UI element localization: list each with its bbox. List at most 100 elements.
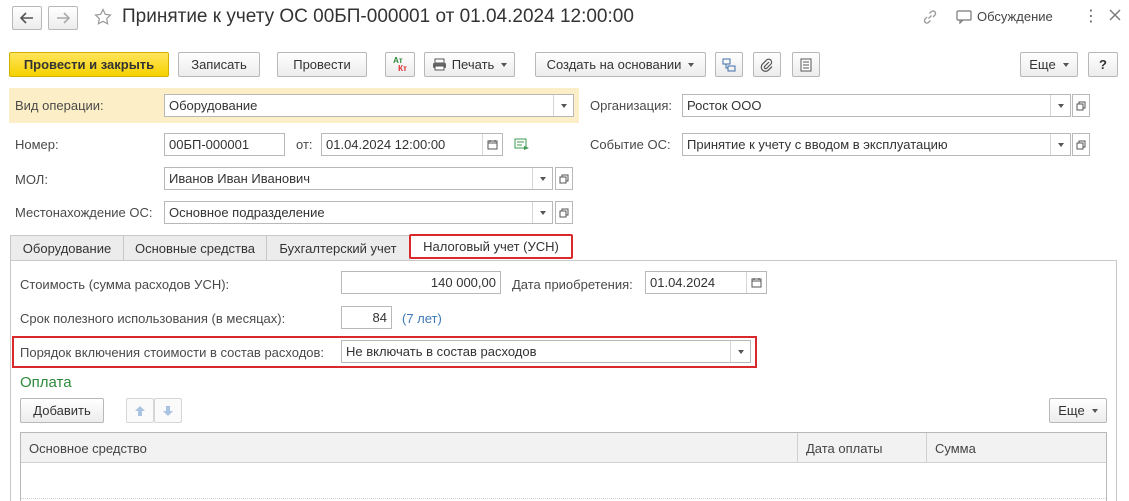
dt-kt-button[interactable]: Ат Кт [385, 52, 415, 77]
mol-value: Иванов Иван Иванович [169, 171, 311, 186]
close-icon[interactable] [1108, 8, 1122, 25]
column-header-amount[interactable]: Сумма [935, 441, 976, 456]
operation-type-select[interactable]: Оборудование [164, 94, 574, 117]
chevron-down-icon[interactable] [553, 95, 573, 116]
mol-field[interactable]: Иванов Иван Иванович [164, 167, 553, 190]
location-label: Местонахождение ОС: [15, 205, 153, 220]
post-and-close-button[interactable]: Провести и закрыть [9, 52, 169, 77]
open-icon [1076, 101, 1086, 110]
location-field[interactable]: Основное подразделение [164, 201, 553, 224]
expense-order-select[interactable]: Не включать в состав расходов [341, 340, 751, 363]
expense-order-label: Порядок включения стоимости в состав рас… [20, 345, 325, 360]
chevron-down-icon[interactable] [1050, 134, 1070, 155]
more-button[interactable]: Еще [1020, 52, 1078, 77]
tab-tax-usn[interactable]: Налоговый учет (УСН) [409, 234, 573, 259]
date-field[interactable]: 01.04.2024 12:00:00 [321, 133, 503, 156]
date-label: от: [296, 137, 313, 152]
open-location-button[interactable] [555, 201, 573, 224]
open-organization-button[interactable] [1072, 94, 1090, 117]
cost-field[interactable]: 140 000,00 [341, 271, 501, 294]
link-icon[interactable] [922, 9, 938, 28]
open-icon [1076, 140, 1086, 149]
create-based-label: Создать на основании [546, 57, 682, 72]
useful-life-label: Срок полезного использования (в месяцах)… [20, 311, 286, 326]
chevron-down-icon [688, 62, 695, 67]
forward-button[interactable] [48, 6, 78, 30]
table-empty-row[interactable] [21, 463, 1106, 499]
chat-icon [956, 9, 972, 24]
dt-kt-icon: Ат Кт [393, 55, 407, 73]
column-divider [797, 433, 798, 463]
print-label: Печать [451, 57, 495, 72]
add-button[interactable]: Добавить [20, 398, 104, 423]
post-button[interactable]: Провести [277, 52, 367, 77]
table-header: Основное средство Дата оплаты Сумма [21, 433, 1106, 463]
open-mol-button[interactable] [555, 167, 573, 190]
save-button[interactable]: Записать [178, 52, 260, 77]
payment-table: Основное средство Дата оплаты Сумма [20, 432, 1107, 501]
operation-type-label: Вид операции: [15, 98, 104, 113]
acquisition-date-value: 01.04.2024 [650, 275, 716, 290]
structure-button[interactable] [715, 52, 743, 77]
chevron-down-icon [1091, 408, 1098, 413]
number-label: Номер: [15, 137, 59, 152]
location-value: Основное подразделение [169, 205, 325, 220]
chevron-down-icon[interactable] [1050, 95, 1070, 116]
discussion-label: Обсуждение [977, 9, 1053, 24]
number-field[interactable]: 00БП-000001 [164, 133, 285, 156]
more-vertical-icon[interactable]: ⋮ [1083, 9, 1099, 25]
list-document-icon [800, 58, 812, 71]
useful-life-field[interactable]: 84 [341, 306, 392, 329]
column-header-payment-date[interactable]: Дата оплаты [806, 441, 883, 456]
mol-label: МОЛ: [15, 172, 48, 187]
discussion-button[interactable]: Обсуждение [956, 9, 1053, 24]
arrow-left-icon [20, 12, 33, 24]
tab-accounting[interactable]: Бухгалтерский учет [266, 235, 410, 261]
window-title: Принятие к учету ОС 00БП-000001 от 01.04… [122, 6, 634, 27]
table-more-label: Еще [1058, 403, 1085, 418]
chevron-down-icon[interactable] [532, 202, 552, 223]
chevron-down-icon [501, 62, 508, 67]
help-button[interactable]: ? [1088, 52, 1118, 77]
open-event-button[interactable] [1072, 133, 1090, 156]
table-more-button[interactable]: Еще [1049, 398, 1107, 423]
event-label: Событие ОС: [590, 137, 671, 152]
payment-title: Оплата [20, 374, 72, 391]
event-value: Принятие к учету с вводом в эксплуатацию [687, 137, 948, 152]
arrow-down-icon [163, 405, 173, 416]
date-value: 01.04.2024 12:00:00 [326, 137, 446, 152]
print-button[interactable]: Печать [424, 52, 515, 77]
calendar-icon[interactable] [746, 272, 766, 293]
organization-field[interactable]: Росток ООО [682, 94, 1071, 117]
chevron-down-icon[interactable] [730, 341, 750, 362]
chevron-down-icon [1062, 62, 1069, 67]
expense-order-value: Не включать в состав расходов [346, 344, 537, 359]
more-label: Еще [1029, 57, 1056, 72]
column-divider [926, 433, 927, 463]
favorite-star-icon[interactable] [94, 8, 112, 29]
operation-type-value: Оборудование [169, 98, 258, 113]
attach-button[interactable] [753, 52, 781, 77]
arrow-right-icon [57, 12, 70, 24]
report-button[interactable] [792, 52, 820, 77]
create-based-on-button[interactable]: Создать на основании [535, 52, 706, 77]
calendar-icon[interactable] [482, 134, 502, 155]
useful-life-hint: (7 лет) [402, 311, 442, 326]
tab-equipment[interactable]: Оборудование [10, 235, 124, 261]
chevron-down-icon[interactable] [532, 168, 552, 189]
tab-fixed-assets[interactable]: Основные средства [123, 235, 267, 261]
event-field[interactable]: Принятие к учету с вводом в эксплуатацию [682, 133, 1071, 156]
number-settings-icon[interactable] [514, 137, 530, 154]
open-icon [559, 174, 569, 183]
hierarchy-icon [722, 58, 736, 71]
organization-label: Организация: [590, 98, 673, 113]
back-button[interactable] [12, 6, 42, 30]
column-header-asset[interactable]: Основное средство [29, 441, 147, 456]
open-icon [559, 208, 569, 217]
acquisition-date-label: Дата приобретения: [512, 277, 633, 292]
acquisition-date-field[interactable]: 01.04.2024 [645, 271, 767, 294]
move-down-button[interactable] [154, 398, 182, 423]
arrow-up-icon [135, 405, 145, 416]
move-up-button[interactable] [126, 398, 154, 423]
paperclip-icon [760, 58, 773, 72]
